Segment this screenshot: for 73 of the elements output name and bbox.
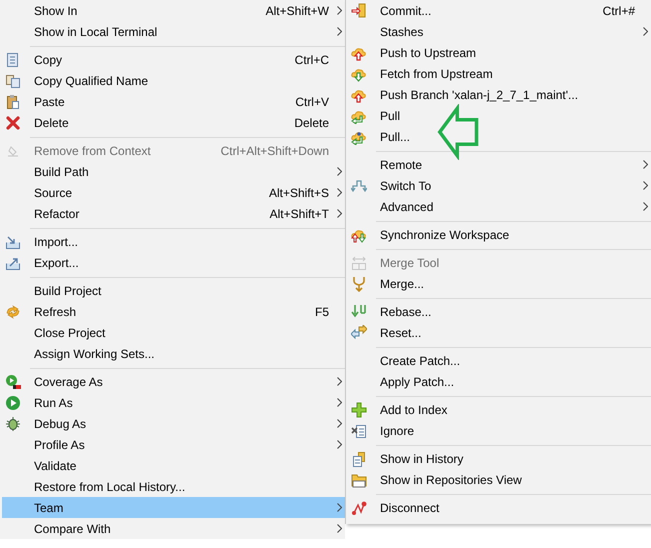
shortcut-label: Alt+Shift+W <box>266 4 329 18</box>
menu-item[interactable]: Merge... <box>348 273 651 294</box>
menu-item[interactable]: Paste Ctrl+V <box>2 91 345 112</box>
menu-item[interactable]: Delete Delete <box>2 112 345 133</box>
shortcut-label: Ctrl+# <box>602 4 635 18</box>
shortcut-label: Alt+Shift+T <box>270 206 329 220</box>
coverage-icon <box>5 374 21 390</box>
disconnect-icon <box>351 500 367 516</box>
shortcut-label: Alt+Shift+S <box>268 186 329 200</box>
menu-item[interactable]: Synchronize Workspace <box>348 224 651 245</box>
menu-item[interactable]: Compare With <box>2 518 345 539</box>
menu-item[interactable]: Export... <box>2 252 345 273</box>
commit-icon <box>351 2 367 18</box>
shortcut-label: F5 <box>314 304 329 318</box>
menu-item[interactable]: Refresh F5 <box>2 301 345 322</box>
paste-icon <box>5 94 21 110</box>
menu-item[interactable]: Build Path <box>2 161 345 182</box>
menu-item[interactable]: Push Branch 'xalan-j_2_7_1_maint'... <box>348 84 651 105</box>
menu-item[interactable]: Ignore <box>348 420 651 441</box>
reset-icon <box>351 324 367 340</box>
menu-item[interactable]: Reset... <box>348 322 651 343</box>
menu-item[interactable]: Run As <box>2 392 345 413</box>
ignore-icon <box>351 422 367 438</box>
repository-icon <box>351 472 367 488</box>
rebase-icon <box>351 304 367 320</box>
menu-item[interactable]: Show in Repositories View <box>348 469 651 490</box>
menu-item[interactable]: Show in History <box>348 448 651 469</box>
merge-tool-icon <box>351 254 367 270</box>
menu-item[interactable]: Apply Patch... <box>348 371 651 392</box>
menu-item[interactable]: Refactor Alt+Shift+T <box>2 203 345 224</box>
shortcut-label: Delete <box>294 116 329 130</box>
menu-item[interactable]: Switch To <box>348 175 651 196</box>
menu-item[interactable]: Validate <box>2 455 345 476</box>
menu-item[interactable]: Team <box>2 497 345 518</box>
menu-item[interactable]: Close Project <box>2 322 345 343</box>
history-icon <box>351 450 367 466</box>
menu-item[interactable]: Source Alt+Shift+S <box>2 182 345 203</box>
menu-item[interactable]: Push to Upstream <box>348 42 651 63</box>
menu-item[interactable]: Import... <box>2 231 345 252</box>
bug-icon <box>5 416 21 432</box>
menu-item[interactable]: Rebase... <box>348 301 651 322</box>
menu-item[interactable]: Restore from Local History... <box>2 476 345 497</box>
menu-item[interactable]: Advanced <box>348 196 651 217</box>
menu-item[interactable]: Stashes <box>348 21 651 42</box>
menu-item[interactable]: Disconnect <box>348 497 651 518</box>
menu-item[interactable]: Coverage As <box>2 371 345 392</box>
menu-item[interactable]: Add to Index <box>348 399 651 420</box>
menu-item[interactable]: Build Project <box>2 280 345 301</box>
refresh-icon <box>5 304 21 320</box>
merge-icon <box>351 276 367 292</box>
switch-icon <box>351 178 367 194</box>
menu-item[interactable]: Debug As <box>2 413 345 434</box>
menu-item[interactable]: Assign Working Sets... <box>2 343 345 364</box>
menu-item[interactable]: Profile As <box>2 434 345 455</box>
menu-item[interactable]: Pull <box>348 105 651 126</box>
shortcut-label: Ctrl+C <box>294 52 329 66</box>
menu-item[interactable]: Show in Local Terminal <box>2 21 345 42</box>
plus-icon <box>351 402 367 418</box>
menu-item[interactable]: Commit... Ctrl+# <box>348 0 651 21</box>
menu-item[interactable]: Show In Alt+Shift+W <box>2 0 345 21</box>
run-icon <box>5 394 21 410</box>
import-icon <box>5 234 21 250</box>
shortcut-label: Ctrl+Alt+Shift+Down <box>220 144 329 158</box>
menu-item[interactable]: Copy Ctrl+C <box>2 49 345 70</box>
menu-item[interactable]: Remote <box>348 154 651 175</box>
copy-icon <box>5 72 21 88</box>
menu-item[interactable]: Create Patch... <box>348 350 651 371</box>
menu-item[interactable]: Pull... <box>348 126 651 147</box>
delete-icon <box>5 114 21 130</box>
copy-icon <box>5 52 21 68</box>
shortcut-label: Ctrl+V <box>295 94 329 108</box>
menu-item[interactable]: Fetch from Upstream <box>348 63 651 84</box>
menu-item[interactable]: Copy Qualified Name <box>2 70 345 91</box>
